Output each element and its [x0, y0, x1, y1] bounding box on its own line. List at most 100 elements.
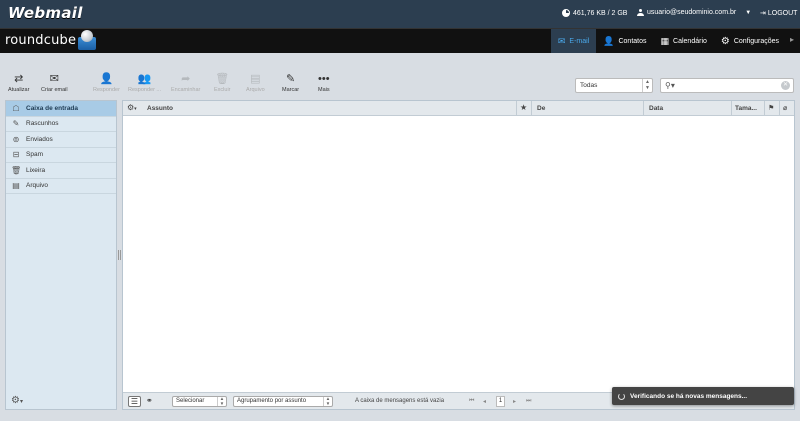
folder-sent-label: Enviados [26, 135, 53, 143]
folder-inbox[interactable]: ☖ Caixa de entrada [6, 101, 116, 117]
user-icon [637, 9, 644, 16]
user-email: usuario@seudominio.com.br [647, 9, 737, 16]
tab-contacts[interactable]: 👤 Contatos [596, 29, 653, 53]
roundcube-logo: roundcube [5, 33, 77, 48]
folder-drafts[interactable]: ✎ Rascunhos [6, 117, 116, 132]
forward-icon: ➦ [181, 73, 191, 85]
folder-archive-label: Arquivo [26, 182, 49, 190]
calendar-icon: ▦ [660, 35, 670, 46]
reply-all-label: Responder ... [128, 87, 162, 93]
logout-link[interactable]: ⇥ LOGOUT [760, 9, 798, 18]
select-dropdown[interactable]: Selecionar ▲ ▼ [172, 396, 227, 407]
compose-icon: ✉ [49, 73, 59, 85]
refresh-button[interactable]: ⇄ Atualizar [8, 73, 29, 93]
pane-splitter[interactable] [118, 250, 121, 260]
mark-button[interactable]: ✎ Marcar [282, 73, 299, 93]
folder-settings-gear-icon[interactable]: ⚙▾ [11, 395, 23, 406]
last-page-icon[interactable]: ⏭ [526, 398, 531, 405]
message-list: ⚙▾ Assunto ★ De Data Tama... ⚑ ⌀ ☰ ⚭ Sel… [122, 100, 795, 410]
tab-calendar-label: Calendário [673, 37, 707, 45]
reply-all-button[interactable]: 👥 Responder ... [128, 73, 161, 93]
column-subject[interactable]: Assunto [147, 105, 173, 112]
next-page-icon[interactable]: ▸ [513, 398, 516, 405]
spam-icon: ⊟ [12, 150, 20, 160]
top-bar: Webmail 461,76 KB / 2 GB usuario@seudomi… [0, 0, 800, 28]
tab-calendar[interactable]: ▦ Calendário [654, 29, 714, 53]
mark-label: Marcar [282, 87, 300, 93]
attachment-icon[interactable]: ⌀ [783, 104, 787, 112]
list-options-gear-icon[interactable]: ⚙▾ [127, 103, 137, 112]
prev-page-icon[interactable]: ◂ [483, 398, 486, 405]
flag-star-icon[interactable]: ★ [520, 103, 527, 112]
nav-scroll-icon[interactable]: ▸ [790, 35, 798, 47]
reply-button[interactable]: 👤 Responder [93, 73, 120, 93]
tab-settings[interactable]: ⚙ Configurações [714, 29, 786, 53]
sent-icon: ⊚ [12, 134, 20, 144]
logout-label: LOGOUT [767, 9, 798, 17]
reply-all-icon: 👥 [137, 73, 152, 85]
spinner-arrows-icon: ▲ ▼ [323, 396, 332, 406]
logout-icon: ⇥ [760, 10, 766, 17]
more-label: Mais [318, 87, 330, 93]
forward-button[interactable]: ➦ Encaminhar [171, 73, 200, 93]
quota-text: 461,76 KB / 2 GB [573, 9, 628, 17]
list-view-icon[interactable]: ☰ [128, 396, 141, 407]
reply-icon: 👤 [99, 73, 114, 85]
threads-dropdown[interactable]: Agrupamento por assunto ▲ ▼ [233, 396, 333, 407]
webmail-brand: Webmail [8, 4, 83, 22]
column-size[interactable]: Tama... [735, 105, 757, 112]
more-button[interactable]: ••• Mais [318, 73, 330, 93]
tab-email[interactable]: ✉ E-mail [550, 29, 597, 53]
list-header: ⚙▾ Assunto ★ De Data Tama... ⚑ ⌀ [123, 101, 794, 116]
filter-select[interactable]: Todas ▲ ▼ [575, 78, 653, 93]
refresh-label: Atualizar [8, 87, 30, 93]
archive-button[interactable]: ▤ Arquivo [246, 73, 265, 93]
reply-label: Responder [93, 87, 120, 93]
clear-search-icon[interactable]: ✕ [781, 81, 790, 90]
pen-icon: ✎ [285, 73, 296, 85]
column-from[interactable]: De [537, 105, 545, 112]
nav-bar: roundcube ✉ E-mail 👤 Contatos ▦ Calendár… [0, 28, 800, 53]
pencil-icon: ✎ [12, 119, 20, 129]
trash-icon: 🗑 [11, 165, 22, 175]
refresh-icon: ⇄ [14, 73, 24, 85]
envelope-icon: ✉ [557, 35, 566, 46]
folder-drafts-label: Rascunhos [26, 120, 59, 128]
select-label: Selecionar [176, 398, 205, 404]
contacts-icon: 👤 [603, 35, 615, 46]
folder-spam[interactable]: ⊟ Spam [6, 148, 116, 163]
first-page-icon[interactable]: ⏮ [469, 398, 474, 405]
spinner-arrows-icon: ▲ ▼ [217, 396, 226, 406]
folder-inbox-label: Caixa de entrada [26, 104, 79, 112]
flag-icon[interactable]: ⚑ [768, 104, 774, 112]
folder-archive[interactable]: ▤ Arquivo [6, 179, 116, 194]
archive-icon: ▤ [250, 73, 261, 85]
quota-pie-icon [562, 9, 570, 17]
spinner-arrows-icon: ▲ ▼ [642, 79, 652, 92]
page-number[interactable]: 1 [496, 396, 505, 407]
forward-label: Encaminhar [171, 87, 201, 93]
archive-icon: ▤ [12, 181, 20, 191]
folder-trash[interactable]: 🗑 Lixeira [6, 163, 116, 179]
delete-label: Excluir [214, 87, 231, 93]
search-icon: ⚲▾ [665, 81, 675, 90]
archive-label: Arquivo [246, 87, 265, 93]
tab-email-label: E-mail [569, 37, 590, 45]
search-input[interactable]: ⚲▾ ✕ [660, 78, 794, 93]
tab-contacts-label: Contatos [618, 37, 647, 45]
threads-toggle-icon[interactable]: ⚭ [146, 396, 153, 405]
checking-mail-notice: Verificando se há novas mensagens... [612, 387, 794, 405]
folder-list: ☖ Caixa de entrada ✎ Rascunhos ⊚ Enviado… [5, 100, 117, 410]
empty-mailbox-text: A caixa de mensagens está vazia [355, 398, 445, 404]
folder-trash-label: Lixeira [26, 166, 46, 174]
folder-sent[interactable]: ⊚ Enviados [6, 132, 116, 148]
folder-spam-label: Spam [26, 151, 43, 159]
caret-down-icon: ▼ [745, 9, 752, 16]
user-menu[interactable]: usuario@seudominio.com.br ▼ [637, 9, 751, 16]
delete-button[interactable]: 🗑 Excluir [214, 73, 231, 93]
toolbar: ⇄ Atualizar ✉ Criar email 👤 Responder 👥 … [0, 53, 800, 100]
column-date[interactable]: Data [649, 105, 663, 112]
threads-label: Agrupamento por assunto [237, 398, 307, 404]
compose-button[interactable]: ✉ Criar email [41, 73, 68, 93]
compose-label: Criar email [41, 87, 68, 93]
